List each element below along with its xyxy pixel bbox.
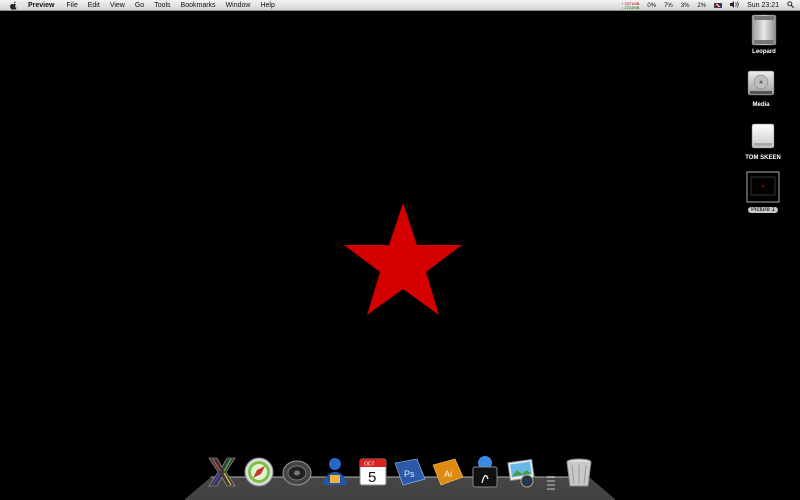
red-star-image	[344, 203, 462, 315]
ical-day: 5	[368, 469, 376, 486]
menu-edit[interactable]: Edit	[88, 0, 100, 11]
desktop-icon-label: TOM SKEEN	[745, 155, 781, 161]
network-monitor[interactable]: ↑ 2371MB ↓ 2722MB	[621, 1, 640, 10]
desktop-icon-label: Leopard	[752, 49, 776, 55]
desktop-icon-label: Media	[752, 102, 770, 108]
acrobat-icon	[472, 456, 498, 488]
dock-item-mac-os-x[interactable]	[203, 452, 241, 492]
ical-icon: OCT 5	[359, 458, 387, 486]
photoshop-text: Ps	[404, 469, 415, 479]
illustrator-text: Ai	[444, 469, 452, 479]
dock-item-illustrator[interactable]: Ai	[429, 452, 467, 492]
user-icon	[323, 458, 347, 485]
image-thumbnail-icon	[746, 171, 780, 203]
mac-pro-icon	[748, 14, 780, 46]
desktop-icon-leopard[interactable]: Leopard	[734, 14, 794, 55]
menu-view[interactable]: View	[110, 0, 125, 11]
desktop-icon-media[interactable]: Media	[731, 68, 791, 108]
menu-tools[interactable]: Tools	[154, 0, 170, 11]
desktop-icon-tom-skeen[interactable]: TOM SKEEN	[733, 121, 793, 161]
usb-drive-icon	[747, 121, 779, 151]
trash-icon	[566, 458, 592, 487]
speaker-icon	[282, 460, 312, 486]
input-source-flag-icon[interactable]	[714, 3, 723, 8]
illustrator-icon: Ai	[432, 458, 464, 486]
dock-item-speaker[interactable]	[278, 452, 316, 492]
menu-window[interactable]: Window	[226, 0, 251, 11]
desktop-icon-picture-1[interactable]: Picture 1	[733, 171, 793, 213]
desktop-icon-label: Picture 1	[748, 207, 778, 213]
menu-help[interactable]: Help	[260, 0, 274, 11]
menu-app-name[interactable]: Preview	[28, 0, 54, 11]
apple-menu-icon[interactable]	[10, 0, 20, 10]
dock-item-ical[interactable]: OCT 5	[354, 452, 392, 492]
spotlight-icon[interactable]	[787, 1, 794, 10]
cpu-value-2[interactable]: 7%	[664, 3, 673, 9]
menu-go[interactable]: Go	[135, 0, 144, 11]
menu-file[interactable]: File	[66, 0, 77, 11]
cpu-value-4[interactable]: 2%	[697, 3, 706, 9]
iphoto-icon	[507, 458, 535, 488]
dock-item-acrobat[interactable]	[466, 452, 504, 492]
ical-month: OCT	[364, 462, 375, 468]
menu-clock[interactable]: Sun 23:21	[747, 2, 779, 9]
dock-item-iphoto[interactable]	[503, 452, 541, 492]
dock-item-safari[interactable]	[240, 452, 278, 492]
safari-icon	[244, 457, 274, 487]
dock-separator	[547, 476, 555, 496]
net-down-value: ↓ 2722MB	[621, 4, 640, 10]
mac-os-x-icon	[208, 457, 236, 487]
menu-bar: Preview File Edit View Go Tools Bookmark…	[0, 0, 800, 11]
hard-drive-icon	[745, 68, 777, 98]
volume-icon[interactable]	[730, 1, 739, 10]
dock-item-trash[interactable]	[560, 452, 598, 492]
dock-item-photoshop[interactable]: Ps	[391, 452, 429, 492]
photoshop-icon: Ps	[394, 458, 426, 486]
cpu-value-3[interactable]: 3%	[681, 3, 690, 9]
menu-bookmarks[interactable]: Bookmarks	[181, 0, 216, 11]
dock-item-user[interactable]	[316, 452, 354, 492]
cpu-value-1[interactable]: 0%	[647, 3, 656, 9]
